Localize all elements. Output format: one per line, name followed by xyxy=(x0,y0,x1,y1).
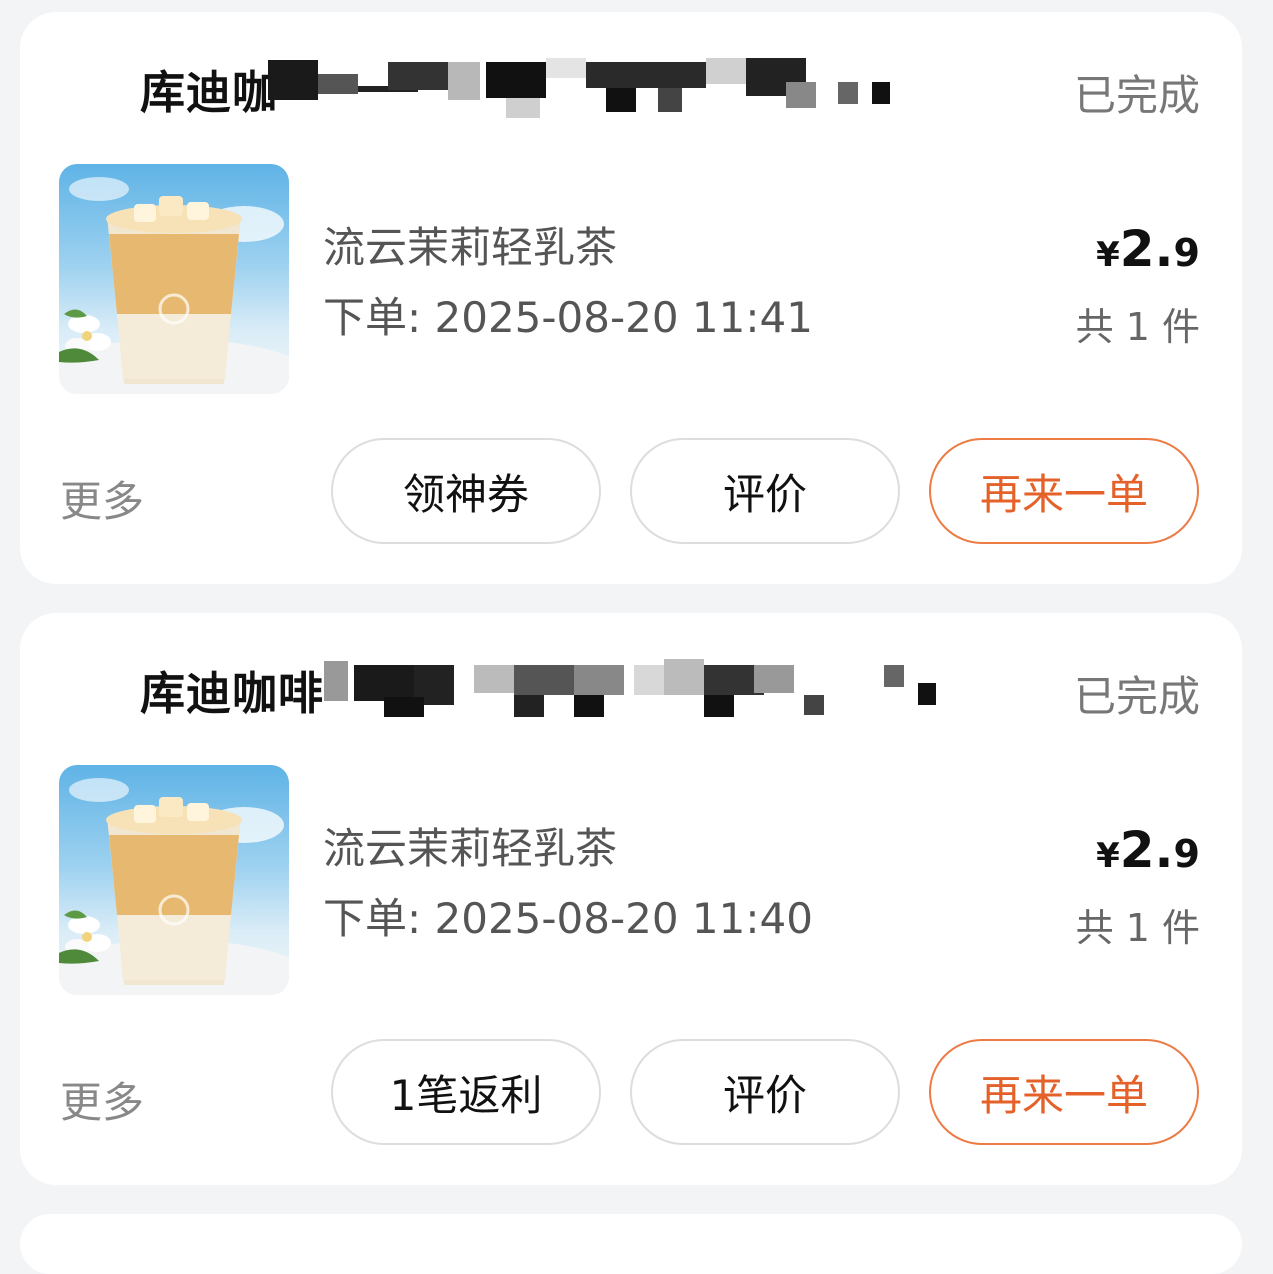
reorder-button[interactable]: 再来一单 xyxy=(929,438,1199,544)
order-price: ¥2.9 xyxy=(1096,821,1200,879)
price-integer: 2. xyxy=(1119,821,1174,879)
reorder-button[interactable]: 再来一单 xyxy=(929,1039,1199,1145)
more-link[interactable]: 更多 xyxy=(60,468,144,529)
item-count: 共 1 件 xyxy=(1075,305,1200,349)
product-name: 流云茉莉轻乳茶 xyxy=(323,824,618,873)
order-price: ¥2.9 xyxy=(1096,220,1200,278)
price-decimal: 9 xyxy=(1173,832,1200,876)
product-name: 流云茉莉轻乳茶 xyxy=(323,223,618,272)
store-header[interactable]: 库迪咖啡 xyxy=(140,657,937,721)
order-card[interactable]: 库迪咖啡 已完成 流云茉莉轻乳茶 下单: 2025-08-20 11:40 ¥2… xyxy=(20,613,1242,1185)
review-button[interactable]: 评价 xyxy=(630,438,900,544)
price-symbol: ¥ xyxy=(1096,235,1120,275)
order-time: 下单: 2025-08-20 11:41 xyxy=(323,293,813,342)
redacted-mosaic xyxy=(238,56,891,120)
product-image[interactable] xyxy=(59,765,289,995)
redacted-mosaic xyxy=(284,657,937,721)
store-header[interactable]: 库迪咖 xyxy=(140,56,891,120)
review-button[interactable]: 评价 xyxy=(630,1039,900,1145)
order-time: 下单: 2025-08-20 11:40 xyxy=(323,894,813,943)
order-card-partial xyxy=(20,1214,1242,1274)
rebate-button[interactable]: 1笔返利 xyxy=(331,1039,601,1145)
item-count: 共 1 件 xyxy=(1075,906,1200,950)
price-symbol: ¥ xyxy=(1096,836,1120,876)
more-link[interactable]: 更多 xyxy=(60,1069,144,1130)
get-coupon-button[interactable]: 领神券 xyxy=(331,438,601,544)
order-status: 已完成 xyxy=(1073,71,1200,120)
product-image[interactable] xyxy=(59,164,289,394)
order-card[interactable]: 库迪咖 已完成 流云茉莉轻乳茶 下单: 2025-08-20 11:41 ¥2.… xyxy=(20,12,1242,584)
iced-milk-tea-icon xyxy=(59,177,289,394)
price-decimal: 9 xyxy=(1173,231,1200,275)
iced-milk-tea-icon xyxy=(59,778,289,995)
price-integer: 2. xyxy=(1119,220,1174,278)
order-status: 已完成 xyxy=(1073,672,1200,721)
